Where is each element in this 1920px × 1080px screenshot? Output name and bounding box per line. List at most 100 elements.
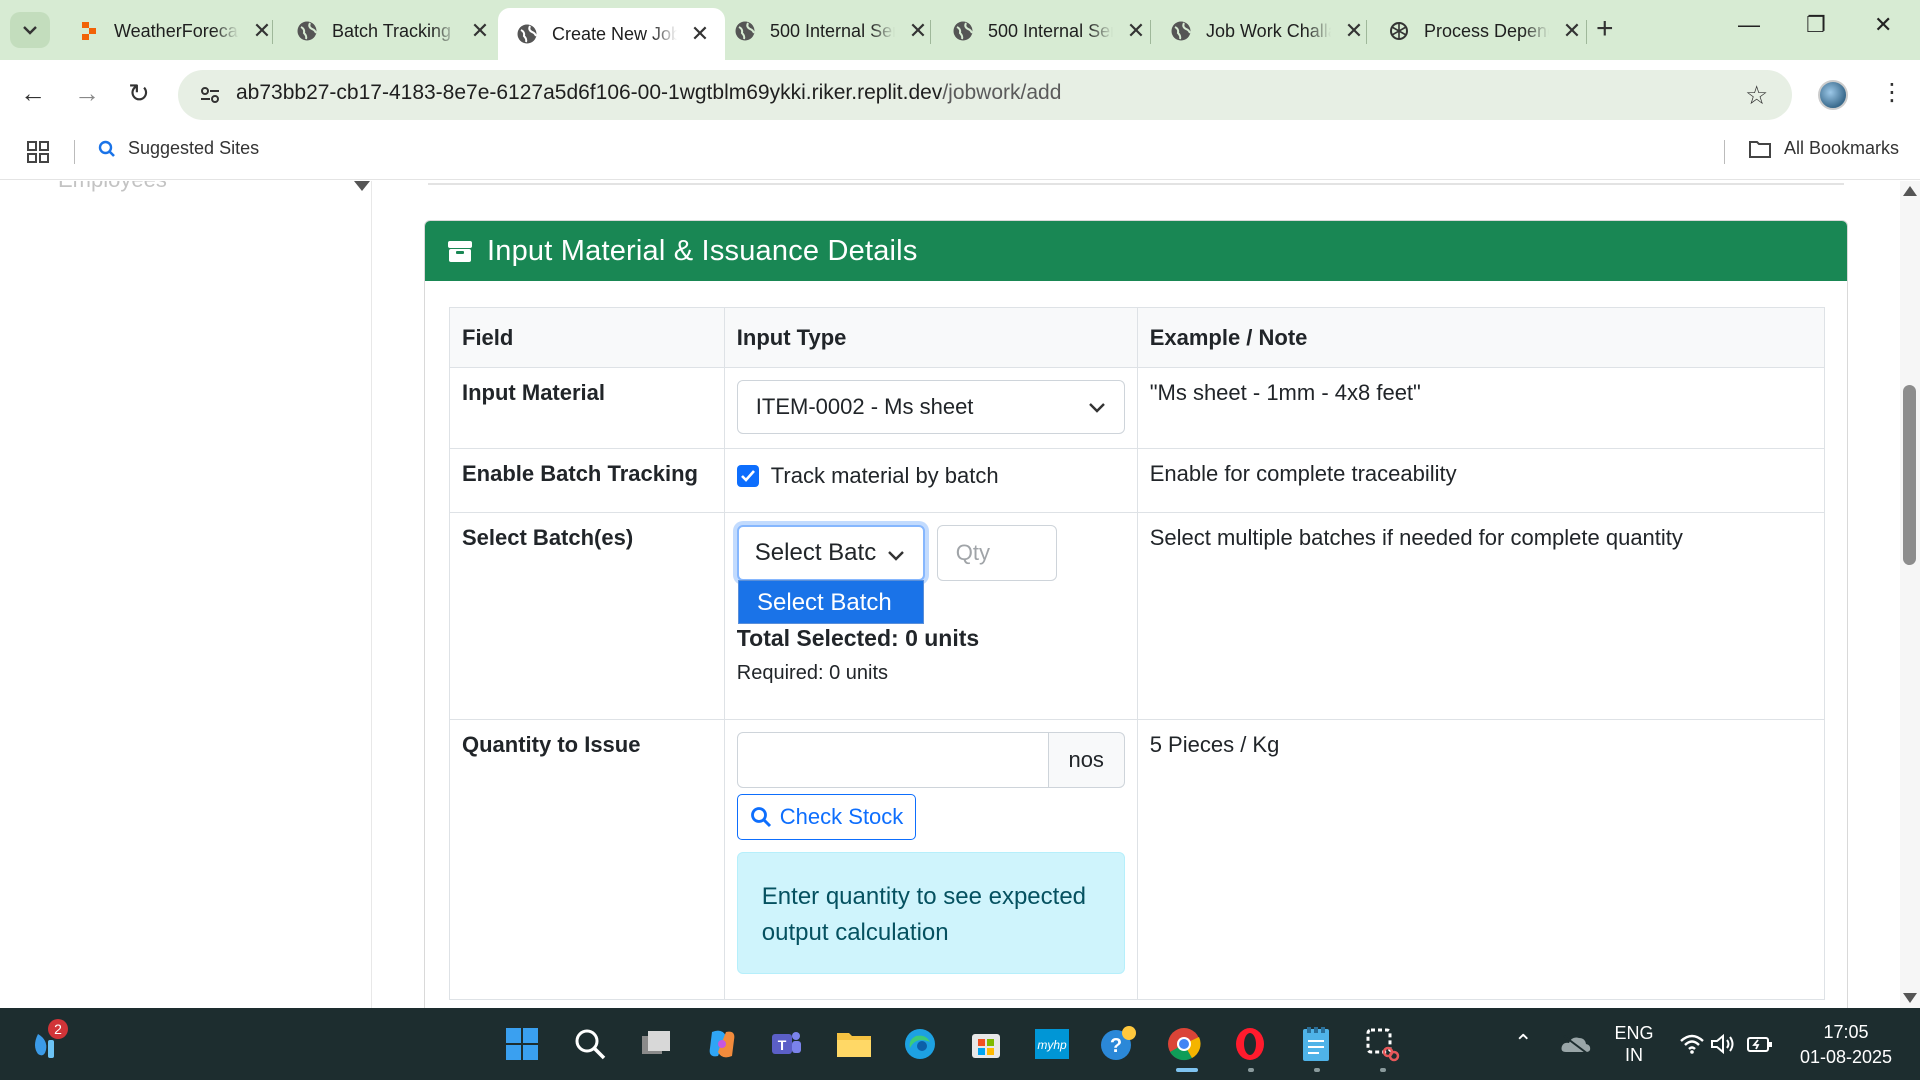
page-scrollbar[interactable] xyxy=(1900,181,1920,1008)
svg-text:?: ? xyxy=(1110,1035,1122,1057)
app-indicator xyxy=(1380,1068,1386,1072)
batch-qty-input[interactable] xyxy=(936,525,1057,581)
close-icon[interactable]: ✕ xyxy=(251,18,273,44)
scroll-up-arrow-icon[interactable] xyxy=(1903,186,1917,196)
close-icon[interactable]: ✕ xyxy=(1343,18,1365,44)
input-material-card: Input Material & Issuance Details Field … xyxy=(424,220,1848,1008)
microsoft-store-icon[interactable] xyxy=(966,1024,1006,1064)
batch-dropdown-option[interactable]: Select Batch xyxy=(738,580,924,624)
reload-icon[interactable]: ↻ xyxy=(128,78,150,109)
select-value: Select Batc xyxy=(754,539,877,566)
globe-icon xyxy=(734,20,756,42)
close-icon[interactable]: ✕ xyxy=(907,18,929,44)
field-label: Input Material xyxy=(449,367,725,449)
tab-weatherforecast[interactable]: WeatherForecast ✕ xyxy=(60,8,287,54)
column-header-field: Field xyxy=(449,307,725,368)
profile-avatar[interactable] xyxy=(1818,80,1848,110)
chevron-up-icon[interactable]: ⌃ xyxy=(1514,1030,1532,1056)
url-text[interactable]: ab73bb27-cb17-4183-8e7e-6127a5d6f106-00-… xyxy=(236,81,1061,105)
note-cell: 5 Pieces / Kg xyxy=(1136,719,1826,1000)
chrome-icon[interactable] xyxy=(1164,1024,1204,1064)
scroll-down-arrow-icon[interactable] xyxy=(1903,993,1917,1003)
batch-select[interactable]: Select Batc xyxy=(736,525,925,581)
bookmark-suggested-sites[interactable]: Suggested Sites xyxy=(98,138,259,159)
section-divider xyxy=(428,181,1844,185)
bookmark-separator xyxy=(1724,140,1725,164)
battery-icon[interactable] xyxy=(1740,1024,1780,1064)
tab-search-button[interactable] xyxy=(10,12,50,48)
note-cell: "Ms sheet - 1mm - 4x8 feet" xyxy=(1136,367,1826,449)
snipping-tool-icon[interactable] xyxy=(1362,1024,1402,1064)
back-arrow-icon[interactable]: ← xyxy=(20,78,46,109)
url-host: ab73bb27-cb17-4183-8e7e-6127a5d6f106-00-… xyxy=(236,81,943,104)
apps-grid-icon[interactable] xyxy=(26,140,50,169)
check-stock-button[interactable]: Check Stock xyxy=(736,794,917,840)
edge-icon[interactable] xyxy=(900,1024,940,1064)
app-indicator xyxy=(1314,1068,1320,1072)
tab-create-new-job-work[interactable]: Create New Job Work ✕ xyxy=(498,8,725,60)
window-close-icon[interactable]: ✕ xyxy=(1874,12,1892,38)
url-path: /jobwork/add xyxy=(942,81,1062,104)
forward-arrow-icon[interactable]: → xyxy=(74,78,100,109)
copilot-icon[interactable] xyxy=(702,1024,742,1064)
tab-job-work-challan[interactable]: Job Work Challan ✕ xyxy=(1152,8,1379,54)
tab-process-dependency[interactable]: Process Dependency ✕ xyxy=(1370,8,1597,54)
replit-icon xyxy=(78,20,100,42)
button-label: Check Stock xyxy=(779,804,904,829)
quantity-input[interactable] xyxy=(736,732,1049,788)
scroll-thumb[interactable] xyxy=(1903,385,1916,565)
start-windows-icon[interactable] xyxy=(502,1024,542,1064)
close-icon[interactable]: ✕ xyxy=(1561,18,1583,44)
sidebar-item-employees[interactable]: Employees xyxy=(58,181,167,193)
box-icon xyxy=(448,241,472,262)
file-explorer-icon[interactable] xyxy=(834,1024,874,1064)
language-code: ENG xyxy=(1614,1023,1654,1043)
new-tab-button[interactable]: + xyxy=(1596,12,1614,46)
all-bookmarks[interactable]: All Bookmarks xyxy=(1748,138,1899,159)
clock[interactable]: 17:05 01-08-2025 xyxy=(1794,1020,1898,1070)
language-indicator[interactable]: ENG IN xyxy=(1612,1022,1656,1066)
checkbox-label: Track material by batch xyxy=(770,463,999,488)
total-selected: Total Selected: 0 units xyxy=(736,625,980,651)
tab-separator xyxy=(272,20,273,44)
tab-500-internal-server-1[interactable]: 500 Internal Server ✕ xyxy=(716,8,943,54)
bookmark-label: Suggested Sites xyxy=(128,138,260,158)
svg-text:T: T xyxy=(778,1037,787,1053)
volume-icon[interactable] xyxy=(1704,1024,1744,1064)
tab-batch-tracking[interactable]: Batch Tracking ✕ xyxy=(278,8,505,54)
search-icon[interactable] xyxy=(570,1024,610,1064)
restore-icon[interactable]: ❐ xyxy=(1806,12,1826,38)
help-icon[interactable]: ? xyxy=(1098,1024,1138,1064)
task-view-icon[interactable] xyxy=(636,1024,676,1064)
sidebar-scroll-caret-icon[interactable] xyxy=(354,181,370,191)
chevron-down-icon xyxy=(23,26,37,35)
opera-icon[interactable] xyxy=(1230,1024,1270,1064)
notepad-icon[interactable] xyxy=(1296,1024,1336,1064)
time: 17:05 xyxy=(1823,1022,1869,1042)
tab-title: 500 Internal Server xyxy=(770,20,895,41)
tab-separator xyxy=(930,20,931,44)
close-icon[interactable]: ✕ xyxy=(689,21,711,47)
tab-500-internal-server-2[interactable]: 500 Internal Server ✕ xyxy=(934,8,1161,54)
input-cell: nos Check Stock Enter quantity to see ex… xyxy=(723,719,1138,1000)
column-header-input-type: Input Type xyxy=(723,307,1138,368)
close-icon[interactable]: ✕ xyxy=(1125,18,1147,44)
minimize-icon[interactable]: — xyxy=(1738,12,1760,38)
batch-tracking-checkbox[interactable] xyxy=(736,465,759,487)
tab-title: Batch Tracking xyxy=(332,20,452,41)
close-icon[interactable]: ✕ xyxy=(469,18,491,44)
batch-tracking-checkbox-row[interactable]: Track material by batch xyxy=(736,463,1125,489)
note-cell: Enable for complete traceability xyxy=(1136,448,1826,513)
table-row: Quantity to Issue nos Check Stock Enter … xyxy=(449,719,1826,1000)
hp-icon[interactable]: myhp xyxy=(1032,1024,1072,1064)
bookmark-star-icon[interactable]: ☆ xyxy=(1745,80,1768,111)
teams-icon[interactable]: T xyxy=(766,1024,806,1064)
card-title: Input Material & Issuance Details xyxy=(487,234,918,267)
more-menu-icon[interactable]: ⋮ xyxy=(1880,78,1904,107)
bookmark-separator xyxy=(74,140,75,164)
site-settings-icon[interactable] xyxy=(198,83,222,112)
onedrive-icon[interactable] xyxy=(1556,1024,1596,1064)
table-row: Input Material ITEM-0002 - Ms sheet "Ms … xyxy=(449,367,1826,449)
input-material-select[interactable]: ITEM-0002 - Ms sheet xyxy=(736,380,1125,434)
chevron-down-icon xyxy=(887,551,904,561)
